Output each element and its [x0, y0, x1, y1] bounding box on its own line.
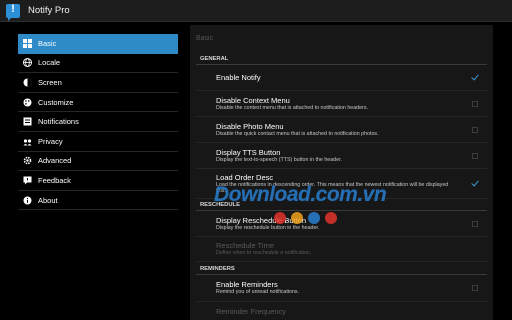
sidebar-item-label: Customize: [38, 97, 74, 107]
pref-disable-photo-menu[interactable]: Disable Photo Menu Disable the quick con…: [196, 117, 487, 143]
load-order-desc-checkbox[interactable]: [471, 179, 479, 187]
grid-icon: [22, 38, 32, 48]
watermark-dot: [291, 212, 303, 224]
enable-reminders-checkbox[interactable]: [472, 285, 478, 291]
sidebar-item-feedback[interactable]: Feedback: [18, 171, 178, 191]
watermark-dot: [274, 212, 286, 224]
pref-title: Reminder Frequency: [216, 307, 287, 316]
pref-summary: Disable the context menu that is attache…: [216, 104, 368, 111]
privacy-icon: [22, 136, 32, 146]
pref-display-reschedule-button[interactable]: Display Reschedule Button Display the re…: [196, 211, 487, 237]
pref-summary: Display the reschedule button in the hea…: [216, 224, 320, 231]
disable-photo-menu-checkbox[interactable]: [472, 126, 478, 133]
panel-header: Basic: [196, 34, 214, 42]
watermark-dots: [274, 212, 337, 224]
sidebar-item-label: Screen: [38, 77, 62, 87]
screen-icon: [22, 77, 32, 87]
section-title-reminders: REMINDERS: [196, 262, 487, 275]
sidebar-item-label: Privacy: [38, 136, 63, 146]
sidebar-item-label: Basic: [38, 38, 57, 48]
watermark-dot: [308, 212, 320, 224]
pref-title: Reschedule Time: [216, 241, 274, 251]
sidebar: Basic Locale Screen Customize Notificati…: [18, 34, 178, 211]
pref-title: Disable Photo Menu: [216, 121, 284, 131]
pref-title: Display TTS Button: [216, 147, 281, 157]
sidebar-item-label: Advanced: [38, 156, 72, 166]
watermark-dot: [325, 212, 337, 224]
pref-reschedule-time: Reschedule Time Define when to reschedul…: [196, 237, 487, 262]
sidebar-item-locale[interactable]: Locale: [18, 54, 178, 74]
sidebar-item-about[interactable]: About: [18, 191, 178, 211]
sidebar-item-label: Notifications: [38, 117, 79, 127]
preferences-panel: Basic GENERAL Enable Notify Disable Cont…: [190, 25, 493, 320]
pref-title: Enable Reminders: [216, 280, 278, 290]
sidebar-item-label: Locale: [38, 58, 61, 68]
pref-disable-context-menu[interactable]: Disable Context Menu Disable the context…: [196, 91, 487, 117]
settings-icon: [22, 156, 32, 166]
display-tts-button-checkbox[interactable]: [472, 152, 478, 159]
sidebar-item-screen[interactable]: Screen: [18, 73, 178, 93]
globe-icon: [22, 58, 32, 68]
pref-title: Display Reschedule Button: [216, 215, 307, 225]
sidebar-item-label: About: [38, 195, 58, 205]
watermark-logo: Download.com.vn: [214, 179, 387, 224]
watermark-text: Download.com.vn: [214, 183, 387, 206]
pref-reminder-frequency: Reminder Frequency: [196, 302, 487, 320]
pref-summary: Define when to reschedule a notification…: [216, 250, 312, 257]
info-icon: [22, 195, 32, 205]
pref-summary: Display the text-to-speech (TTS) button …: [216, 156, 343, 163]
app-logo-icon: [6, 3, 20, 21]
disable-context-menu-checkbox[interactable]: [472, 100, 478, 107]
section-title-general: GENERAL: [196, 51, 487, 65]
enable-notify-checkbox[interactable]: [471, 73, 479, 81]
sidebar-item-basic[interactable]: Basic: [18, 34, 178, 54]
feedback-icon: [22, 175, 32, 185]
pref-enable-notify[interactable]: Enable Notify: [196, 65, 487, 91]
sidebar-item-notifications[interactable]: Notifications: [18, 112, 178, 132]
sidebar-item-advanced[interactable]: Advanced: [18, 152, 178, 172]
action-bar: Notify Pro: [0, 0, 512, 22]
sidebar-item-privacy[interactable]: Privacy: [18, 132, 178, 152]
pref-title: Disable Context Menu: [216, 95, 290, 105]
pref-enable-reminders[interactable]: Enable Reminders Remind you of unread no…: [196, 275, 487, 302]
pref-summary: Remind you of unread notifications.: [216, 289, 300, 296]
pref-summary: Disable the quick contact menu that is a…: [216, 130, 379, 137]
notification-icon: [22, 117, 32, 127]
pref-title: Enable Notify: [216, 73, 261, 82]
sidebar-item-label: Feedback: [38, 175, 71, 185]
display-reschedule-button-checkbox[interactable]: [472, 220, 478, 227]
pref-display-tts-button[interactable]: Display TTS Button Display the text-to-s…: [196, 143, 487, 169]
palette-icon: [22, 97, 32, 107]
app-title: Notify Pro: [28, 5, 70, 16]
sidebar-item-customize[interactable]: Customize: [18, 93, 178, 113]
